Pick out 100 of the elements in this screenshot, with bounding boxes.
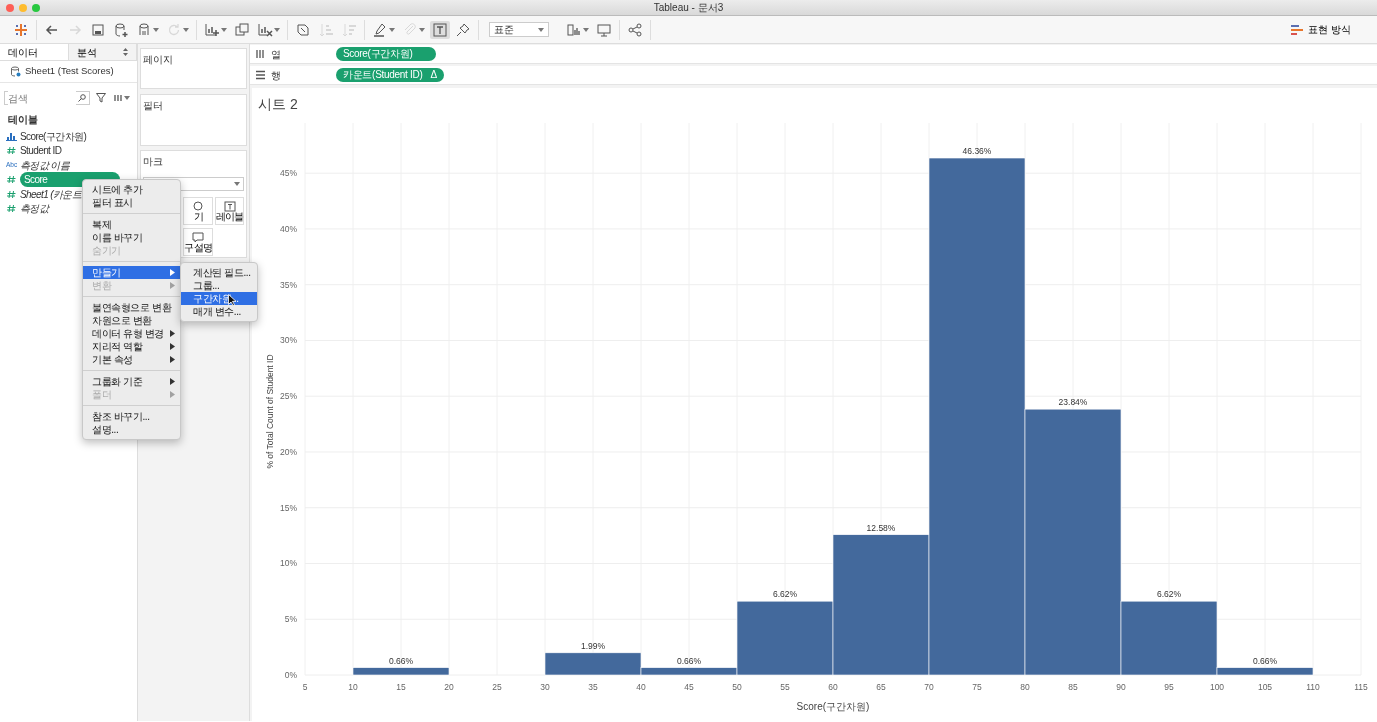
x-tick-label: 100 [1209, 682, 1225, 692]
delta-label: Δ [430, 70, 437, 80]
sort-ascending-icon [318, 21, 334, 38]
x-tick-label: 105 [1257, 682, 1273, 692]
data-label: 12.58% [866, 522, 896, 533]
field-item[interactable]: Student ID [20, 143, 62, 159]
card-title: 마크 [143, 156, 163, 167]
x-tick-label: 50 [732, 682, 742, 692]
datasource-icon [10, 66, 21, 77]
toolbar-button[interactable] [430, 20, 450, 39]
datasource-name[interactable]: Sheet1 (Test Scores) [25, 64, 114, 79]
caret-icon [389, 27, 395, 32]
logo-icon [13, 21, 29, 38]
menu-item[interactable]: 기본 속성 [83, 353, 180, 366]
x-tick-label: 80 [1020, 682, 1030, 692]
x-tick-label: 85 [1068, 682, 1078, 692]
x-tick-label: 10 [348, 682, 358, 692]
y-tick-label: 35% [280, 279, 297, 290]
card-title: 필터 [143, 100, 163, 111]
x-tick-label: 65 [876, 682, 886, 692]
duplicate-icon [234, 21, 250, 38]
toolbar-button[interactable] [625, 20, 645, 39]
data-label: 6.62% [772, 589, 798, 600]
x-tick-label: 60 [828, 682, 838, 692]
y-axis-title: % of Total Count of Student ID [265, 354, 275, 469]
sort-descending-icon [341, 21, 357, 38]
x-tick-label: 5 [302, 682, 308, 692]
menu-item[interactable]: 복제 [83, 218, 180, 231]
search-icon [78, 94, 86, 102]
number-icon [6, 175, 17, 185]
share-icon [627, 21, 643, 38]
field-item[interactable]: Score(구간차원) [20, 128, 87, 144]
caret-icon [274, 27, 280, 32]
menu-item[interactable]: 매개 변수... [181, 305, 257, 318]
menu-item[interactable]: 설명... [83, 423, 180, 436]
menu-item[interactable]: 이름 바꾸기 [83, 231, 180, 244]
data-label: 1.99% [580, 640, 606, 651]
menu-item[interactable]: 불연속형으로 변환 [83, 301, 180, 314]
field-item[interactable]: 측정값 [20, 201, 49, 217]
show-me-icon [1291, 23, 1304, 36]
columns-icon [256, 49, 265, 59]
menu-item[interactable]: 그룹화 기준 [83, 375, 180, 388]
chart-clear-icon [257, 21, 273, 38]
stepper-icon [123, 48, 128, 56]
menu-item[interactable]: 데이터 유형 변경 [83, 327, 180, 340]
card-title: 페이지 [143, 54, 173, 65]
fit-dropdown[interactable]: 표준 [489, 22, 549, 37]
x-tick-label: 75 [972, 682, 982, 692]
y-tick-label: 40% [280, 223, 297, 234]
x-tick-label: 15 [396, 682, 406, 692]
menu-item[interactable]: 지리적 역할 [83, 340, 180, 353]
menu-item[interactable]: 만들기 [83, 266, 180, 279]
menu-item[interactable]: 참조 바꾸기... [83, 410, 180, 423]
x-tick-label: 115 [1354, 682, 1368, 692]
presentation-icon [596, 21, 612, 38]
number-icon [6, 146, 17, 156]
caret-icon [153, 27, 159, 32]
columns-icon [114, 94, 123, 102]
y-tick-label: 0% [284, 670, 297, 680]
caret-icon [583, 27, 589, 32]
menu-item[interactable]: 필터 표시 [83, 196, 180, 209]
data-label: 0.66% [676, 655, 702, 666]
number-icon [6, 189, 17, 199]
menu-item[interactable]: 그룹... [181, 279, 257, 292]
refresh-icon [166, 21, 182, 38]
section-heading: 테이블 [7, 113, 39, 127]
caret-icon [221, 27, 227, 32]
pane-tab[interactable]: 분석 [68, 44, 137, 60]
size-icon [192, 200, 204, 212]
y-tick-label: 25% [280, 391, 297, 402]
paperclip-icon [402, 21, 418, 38]
marks-button[interactable]: 레이블 [215, 197, 244, 225]
text-label-icon [223, 200, 236, 212]
highlighter-icon [372, 21, 388, 38]
close-button[interactable] [6, 4, 14, 12]
x-axis-title: Score(구간차원) [796, 701, 870, 712]
shelf-label: 열 [271, 47, 281, 62]
save-icon [90, 21, 106, 38]
tooltip-icon [192, 231, 204, 243]
menu-item[interactable]: 차원으로 변환 [83, 314, 180, 327]
show-me-button[interactable]: 표현 방식 [1289, 20, 1353, 39]
x-tick-label: 45 [684, 682, 694, 692]
x-tick-label: 35 [588, 682, 598, 692]
shelf-label: 행 [271, 68, 281, 83]
x-tick-label: 90 [1116, 682, 1126, 692]
x-tick-label: 25 [492, 682, 502, 692]
marks-button[interactable]: 기 [183, 197, 213, 225]
field-item[interactable]: 측정값 이름 [20, 157, 70, 173]
database-pause-icon [136, 21, 152, 38]
data-label: 0.66% [388, 655, 414, 666]
data-label: 23.84% [1058, 397, 1088, 408]
x-tick-label: 110 [1306, 682, 1320, 692]
marks-button[interactable]: 구 설명 [183, 228, 213, 256]
caret-icon [538, 27, 544, 32]
menu-item[interactable]: 계산된 필드... [181, 266, 257, 279]
search-field[interactable]: 검색 [4, 91, 90, 105]
toolbar-button[interactable] [232, 20, 252, 39]
caret-icon [183, 27, 189, 32]
x-tick-label: 70 [924, 682, 934, 692]
field-item[interactable]: Sheet1 (카운트 [20, 186, 82, 202]
